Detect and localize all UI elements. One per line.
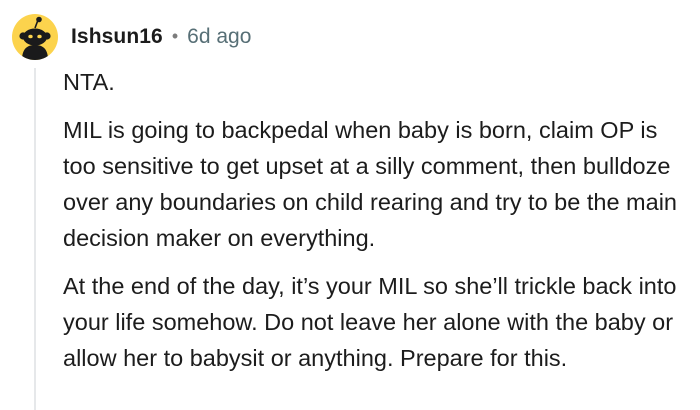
comment: Ishsun16 • 6d ago NTA. MIL is going to b…: [0, 0, 700, 410]
avatar[interactable]: [12, 14, 58, 60]
meta-separator: •: [171, 25, 179, 46]
snoo-avatar-icon: [19, 16, 51, 60]
comment-body: NTA. MIL is going to backpedal when baby…: [63, 64, 693, 388]
comment-header: Ishsun16 • 6d ago: [71, 22, 251, 52]
timestamp[interactable]: 6d ago: [187, 25, 251, 49]
comment-paragraph: MIL is going to backpedal when baby is b…: [63, 117, 677, 251]
username[interactable]: Ishsun16: [71, 25, 163, 49]
thread-line[interactable]: [34, 68, 36, 410]
comment-paragraph: NTA.: [63, 69, 115, 95]
comment-paragraph: At the end of the day, it’s your MIL so …: [63, 273, 677, 371]
